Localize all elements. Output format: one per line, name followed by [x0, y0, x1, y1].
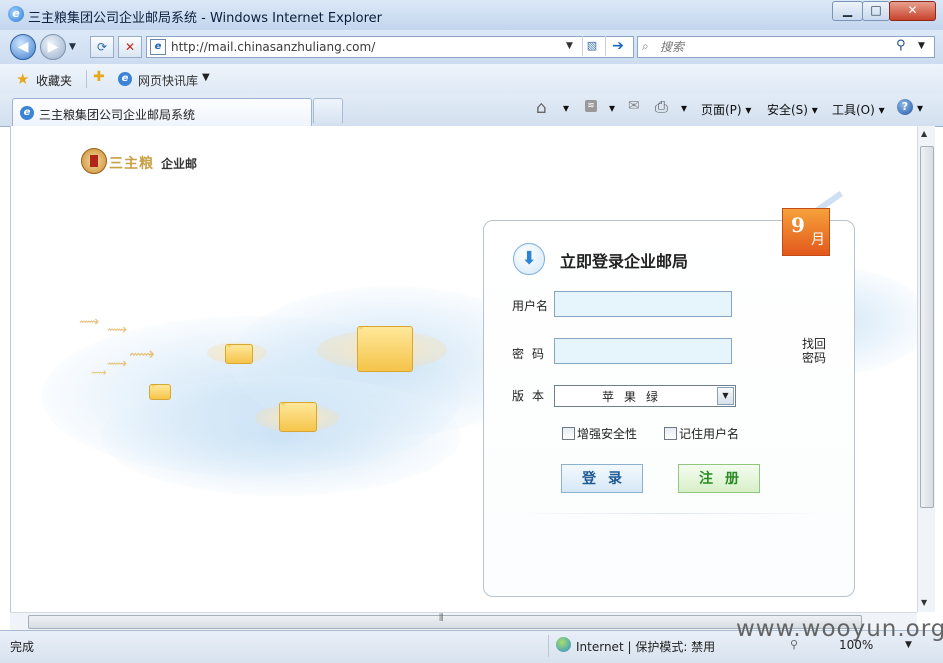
tab-page-icon: e — [20, 106, 34, 120]
page-content: 三主粮 企业邮 ⟿ ⟿ ⟿ ⟿ ⟿ 9 月 ⬇ 立即登录企业邮局 用户名 密码 … — [10, 126, 918, 612]
vertical-scroll-thumb[interactable] — [920, 146, 934, 508]
web-slice-gallery-link[interactable]: 网页快讯库 — [138, 72, 198, 89]
calendar-day: 9 — [791, 213, 805, 237]
status-text: 完成 — [10, 640, 35, 654]
minimize-button[interactable]: ▁ — [832, 1, 863, 21]
address-dropdown-icon[interactable]: ▼ — [566, 41, 573, 51]
search-provider-icon: ⌕ — [642, 39, 649, 53]
version-selected-value: 苹果绿 — [601, 390, 668, 404]
history-dropdown-icon[interactable]: ▼ — [69, 42, 76, 52]
help-icon[interactable]: ? — [897, 99, 913, 115]
divider — [512, 513, 828, 514]
favorites-star-icon[interactable]: ★ — [16, 70, 29, 88]
password-label: 密码 — [512, 347, 553, 361]
web-slice-icon: e — [118, 72, 132, 86]
search-box[interactable]: ⌕ ⚲ ▼ — [637, 36, 935, 58]
login-button[interactable]: 登录 — [561, 464, 643, 493]
login-title: 立即登录企业邮局 — [560, 252, 689, 271]
calendar-badge: 9 月 — [782, 208, 830, 256]
favorites-button[interactable]: 收藏夹 — [36, 72, 72, 89]
bird-icon: ⟿ — [79, 314, 100, 330]
page-menu[interactable]: 页面(P) ▾ — [701, 101, 751, 118]
tab-title: 三主粮集团公司企业邮局系统 — [39, 108, 196, 122]
feeds-icon[interactable]: ≋ — [585, 100, 597, 112]
safety-menu[interactable]: 安全(S) ▾ — [767, 101, 818, 118]
internet-globe-icon — [556, 637, 571, 652]
print-icon[interactable]: ⎙ — [655, 97, 668, 117]
download-arrow-icon: ⬇ — [513, 243, 545, 275]
help-dropdown-icon[interactable]: ▾ — [917, 101, 923, 115]
refresh-button[interactable]: ⟳ — [90, 36, 114, 58]
company-brand-logo: 三主粮 — [109, 156, 154, 172]
home-dropdown-icon[interactable]: ▾ — [563, 101, 569, 115]
username-field[interactable] — [554, 291, 732, 317]
winged-envelope-icon — [225, 344, 253, 364]
password-field[interactable] — [554, 338, 732, 364]
company-seal-logo — [81, 148, 107, 174]
tab-active[interactable]: e 三主粮集团公司企业邮局系统 — [12, 98, 312, 127]
divider — [86, 70, 87, 88]
stop-button[interactable]: ✕ — [118, 36, 142, 58]
bird-icon: ⟿ — [107, 322, 128, 338]
tab-bar: e 三主粮集团公司企业邮局系统 ⌂ ▾ ≋ ▾ ✉ ⎙ ▾ 页面(P) ▾ 安全… — [0, 94, 943, 127]
divider — [548, 635, 549, 657]
logo-text: 企业邮 — [161, 157, 198, 171]
ie-logo-icon: e — [8, 6, 24, 22]
address-bar[interactable]: e ▼ ▧ ➔ — [146, 36, 634, 58]
scroll-up-icon[interactable]: ▲ — [921, 129, 927, 138]
remember-username-label: 记住用户名 — [679, 427, 740, 441]
search-icon[interactable]: ⚲ — [896, 38, 906, 53]
feeds-dropdown-icon[interactable]: ▾ — [609, 101, 615, 115]
forward-button[interactable]: ▶ — [40, 34, 66, 60]
register-button[interactable]: 注册 — [678, 464, 760, 493]
winged-envelope-icon — [149, 384, 171, 400]
security-zone-text[interactable]: Internet | 保护模式: 禁用 — [576, 638, 715, 655]
home-icon[interactable]: ⌂ — [536, 98, 547, 118]
watermark: www.wooyun.org — [736, 616, 943, 642]
title-bar: e 三主粮集团公司企业邮局系统 - Windows Internet Explo… — [0, 0, 943, 31]
search-input[interactable] — [660, 38, 890, 56]
vertical-scrollbar[interactable]: ▲ ▼ — [917, 126, 935, 612]
window-title: 三主粮集团公司企业邮局系统 - Windows Internet Explore… — [28, 11, 382, 26]
bird-icon: ⟿ — [91, 366, 107, 379]
navigation-bar: ◀ ▶ ▼ ⟳ ✕ e ▼ ▧ ➔ ⌕ ⚲ ▼ — [0, 30, 943, 64]
favorites-bar: ★ 收藏夹 ✚ e 网页快讯库 ▼ — [0, 64, 943, 95]
page-icon: e — [150, 39, 166, 55]
print-dropdown-icon[interactable]: ▾ — [681, 101, 687, 115]
tools-menu-label: 工具(O) — [832, 103, 875, 117]
bird-icon: ⟿ — [129, 344, 155, 365]
login-panel: 9 月 ⬇ 立即登录企业邮局 用户名 密码 找回密码 版本 苹果绿 ▼ 增强安全… — [483, 190, 855, 597]
scroll-down-icon[interactable]: ▼ — [921, 598, 927, 607]
chevron-down-icon[interactable]: ▼ — [717, 387, 734, 405]
enhanced-security-checkbox[interactable] — [562, 427, 575, 440]
compatibility-view-icon[interactable]: ▧ — [582, 36, 601, 56]
enhanced-security-label: 增强安全性 — [577, 427, 638, 441]
maximize-button[interactable]: □ — [862, 1, 890, 21]
bird-icon: ⟿ — [107, 356, 128, 372]
add-favorites-icon[interactable]: ✚ — [93, 69, 105, 85]
back-button[interactable]: ◀ — [10, 34, 36, 60]
version-label: 版本 — [512, 389, 553, 403]
username-label: 用户名 — [512, 299, 549, 313]
winged-envelope-icon — [357, 326, 413, 372]
tools-menu[interactable]: 工具(O) ▾ — [832, 101, 885, 118]
calendar-month: 月 — [811, 232, 825, 248]
chevron-down-icon[interactable]: ▼ — [202, 72, 210, 83]
page-menu-label: 页面(P) — [701, 103, 742, 117]
mail-icon[interactable]: ✉ — [628, 98, 640, 114]
grip-icon: ⦀ — [439, 613, 444, 624]
go-button[interactable]: ➔ — [605, 36, 630, 56]
find-password-link[interactable]: 找回密码 — [802, 337, 828, 365]
address-input[interactable] — [171, 38, 561, 56]
safety-menu-label: 安全(S) — [767, 103, 808, 117]
search-dropdown-icon[interactable]: ▼ — [918, 41, 925, 51]
close-button[interactable]: ✕ — [889, 1, 936, 21]
version-select[interactable]: 苹果绿 ▼ — [554, 385, 736, 407]
remember-username-checkbox[interactable] — [664, 427, 677, 440]
winged-envelope-icon — [279, 402, 317, 432]
new-tab-button[interactable] — [313, 98, 343, 123]
